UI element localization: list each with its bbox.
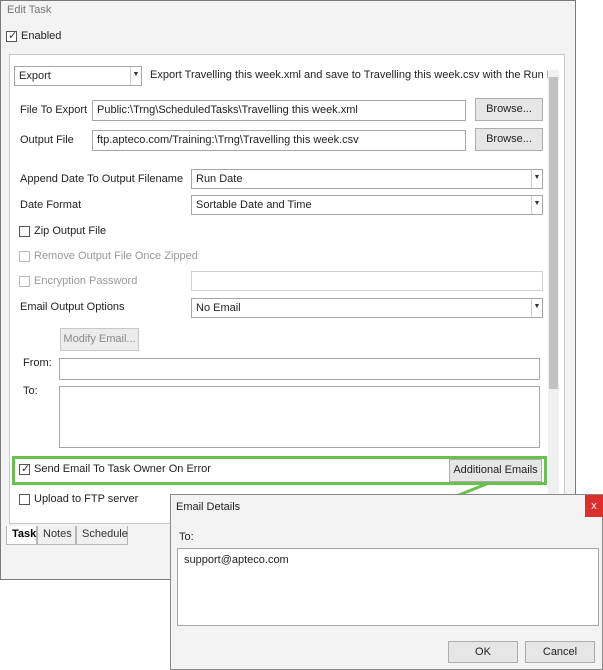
ok-button[interactable]: OK <box>448 641 518 663</box>
email-details-dialog: Email Details x To: support@apteco.com O… <box>170 494 603 670</box>
dialog-to-value: support@apteco.com <box>184 554 289 566</box>
dialog-to-input[interactable]: support@apteco.com <box>177 548 599 626</box>
cancel-button[interactable]: Cancel <box>525 641 595 663</box>
dialog-to-label: To: <box>179 531 194 543</box>
close-icon[interactable]: x <box>585 495 603 517</box>
dialog-title: Email Details <box>176 501 241 513</box>
